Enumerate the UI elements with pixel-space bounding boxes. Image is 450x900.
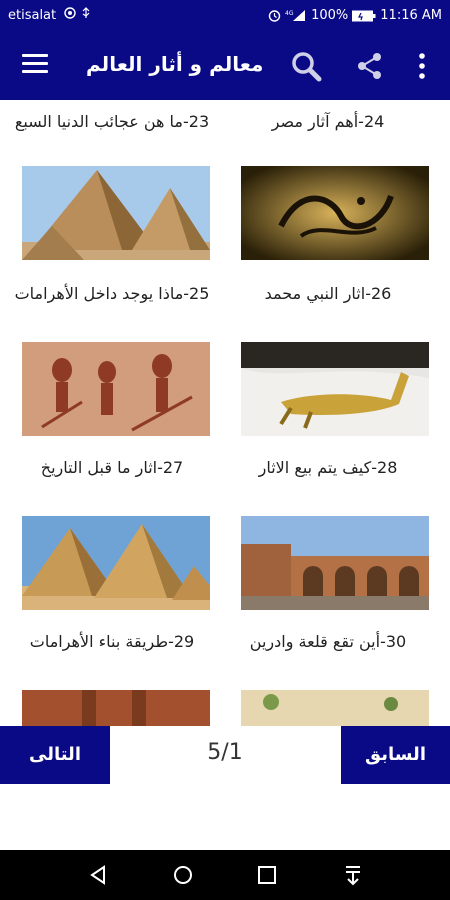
back-icon[interactable] — [88, 865, 108, 885]
item-caption[interactable]: 24-أهم آثار مصر — [228, 110, 428, 134]
item-caption[interactable]: 23-ما هن عجائب الدنيا السبع — [12, 110, 212, 134]
app-bar: معالم و أثار العالم — [0, 32, 450, 100]
menu-icon[interactable] — [22, 54, 48, 78]
svg-text:4G: 4G — [285, 10, 294, 17]
overflow-menu-icon[interactable] — [416, 52, 428, 80]
status-bar: etisalat 4G 100% 11:16 AM — [0, 0, 450, 32]
share-icon[interactable] — [356, 52, 384, 80]
system-navigation-bar — [0, 850, 450, 900]
petra-thumbnail[interactable] — [22, 690, 210, 726]
fortress-arches-thumbnail[interactable] — [241, 516, 429, 610]
notification-pull-icon[interactable] — [343, 864, 363, 886]
pagination-bar: التالى 5/1 السابق — [0, 726, 450, 850]
desert-oasis-thumbnail[interactable] — [241, 690, 429, 726]
recents-icon[interactable] — [258, 866, 276, 884]
app-title: معالم و أثار العالم — [86, 52, 264, 76]
item-caption[interactable]: 27-اثار ما قبل التاريخ — [12, 456, 212, 480]
notification-icons — [64, 7, 92, 22]
item-caption[interactable]: 25-ماذا يوجد داخل الأهرامات — [12, 282, 212, 306]
page-indicator: 5/1 — [207, 740, 243, 765]
gold-artifact-thumbnail[interactable] — [241, 342, 429, 436]
carrier-name: etisalat — [8, 8, 57, 23]
item-caption[interactable]: 29-طريقة بناء الأهرامات — [12, 630, 212, 654]
item-caption[interactable]: 30-أين تقع قلعة وادرين — [228, 630, 428, 654]
signal-icon: 4G — [285, 10, 306, 21]
battery-percent: 100% — [311, 8, 349, 23]
battery-icon — [352, 10, 376, 21]
search-icon[interactable] — [290, 50, 322, 82]
item-caption[interactable]: 28-كيف يتم بيع الاثار — [228, 456, 428, 480]
rock-art-thumbnail[interactable] — [22, 342, 210, 436]
alarm-icon — [268, 10, 281, 22]
item-caption[interactable]: 26-اثار النبي محمد — [228, 282, 428, 306]
calligraphy-thumbnail[interactable] — [241, 166, 429, 260]
whatsapp-icon — [64, 7, 76, 19]
giza-pyramids-thumbnail[interactable] — [22, 516, 210, 610]
usb-icon — [82, 7, 90, 18]
articles-grid: 24-أهم آثار مصر 23-ما هن عجائب الدنيا ال… — [0, 100, 450, 726]
next-button[interactable]: التالى — [0, 726, 110, 784]
clock: 11:16 AM — [380, 8, 442, 23]
previous-button[interactable]: السابق — [341, 726, 450, 784]
home-icon[interactable] — [173, 865, 193, 885]
pyramids-thumbnail[interactable] — [22, 166, 210, 260]
